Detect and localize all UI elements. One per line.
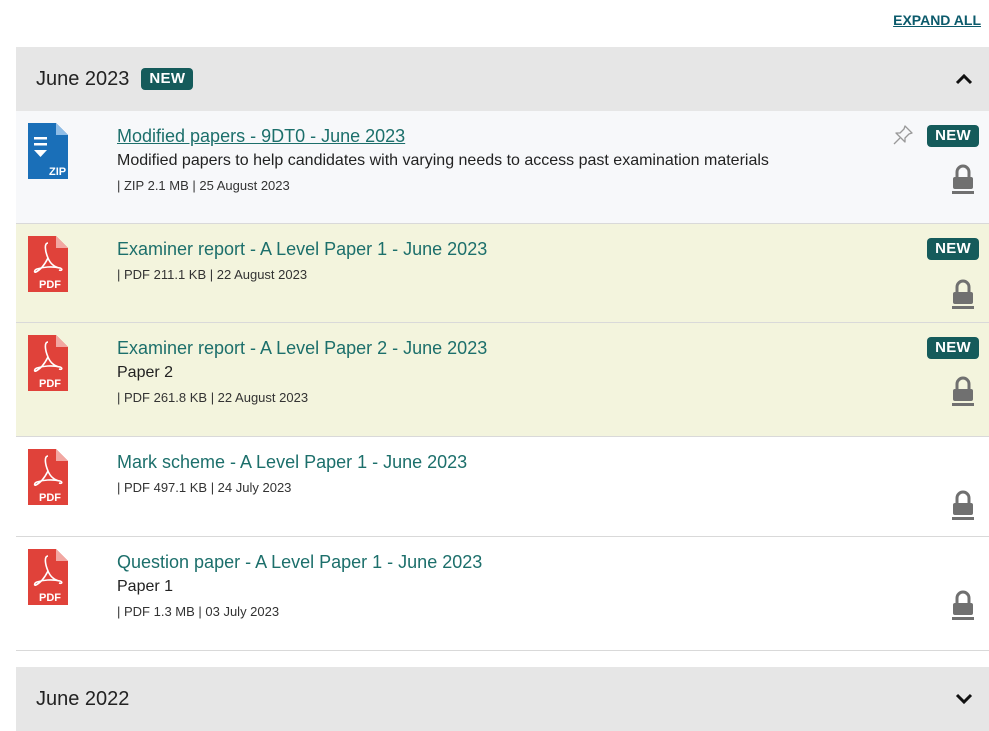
item-meta: | PDF 497.1 KB | 24 July 2023 bbox=[117, 480, 292, 495]
list-item: ZIP Modified papers - 9DT0 - June 2023 M… bbox=[16, 111, 989, 224]
item-meta: | PDF 261.8 KB | 22 August 2023 bbox=[117, 390, 309, 405]
item-title-link[interactable]: Modified papers - 9DT0 - June 2023 bbox=[117, 123, 949, 149]
pin-icon[interactable] bbox=[893, 125, 913, 145]
item-description: Paper 1 bbox=[117, 578, 174, 595]
new-badge: NEW bbox=[927, 125, 979, 147]
svg-text:PDF: PDF bbox=[39, 378, 61, 390]
new-badge: NEW bbox=[927, 337, 979, 359]
list-item: PDF Examiner report - A Level Paper 1 - … bbox=[16, 224, 989, 323]
svg-text:PDF: PDF bbox=[39, 592, 61, 604]
accordion-header-june-2023[interactable]: June 2023 NEW bbox=[16, 47, 989, 111]
svg-text:PDF: PDF bbox=[39, 492, 61, 504]
expand-all-link[interactable]: EXPAND ALL bbox=[893, 12, 981, 28]
pdf-file-icon: PDF bbox=[28, 335, 68, 391]
lock-icon bbox=[952, 590, 974, 620]
item-title-link[interactable]: Question paper - A Level Paper 1 - June … bbox=[117, 549, 949, 575]
svg-text:ZIP: ZIP bbox=[49, 166, 66, 178]
accordion-title: June 2022 bbox=[36, 687, 130, 710]
item-meta: | ZIP 2.1 MB | 25 August 2023 bbox=[117, 178, 290, 193]
list-item: PDF Examiner report - A Level Paper 2 - … bbox=[16, 323, 989, 437]
new-badge: NEW bbox=[141, 68, 194, 90]
lock-icon bbox=[952, 490, 974, 520]
item-description: Modified papers to help candidates with … bbox=[117, 152, 769, 169]
accordion-june-2022: June 2022 bbox=[16, 667, 989, 731]
list-item: PDF Mark scheme - A Level Paper 1 - June… bbox=[16, 437, 989, 537]
chevron-up-icon[interactable] bbox=[955, 73, 973, 85]
new-badge: NEW bbox=[927, 238, 979, 260]
lock-icon bbox=[952, 376, 974, 406]
accordion-june-2023: June 2023 NEW ZIP Modified papers - 9DT0… bbox=[16, 47, 989, 651]
pdf-file-icon: PDF bbox=[28, 449, 68, 505]
lock-icon bbox=[952, 279, 974, 309]
pdf-file-icon: PDF bbox=[28, 549, 68, 605]
zip-file-icon: ZIP bbox=[28, 123, 68, 179]
item-title-link[interactable]: Examiner report - A Level Paper 1 - June… bbox=[117, 236, 949, 262]
chevron-down-icon[interactable] bbox=[955, 693, 973, 705]
accordion-title: June 2023 bbox=[36, 67, 130, 90]
list-item: PDF Question paper - A Level Paper 1 - J… bbox=[16, 537, 989, 651]
item-title-link[interactable]: Examiner report - A Level Paper 2 - June… bbox=[117, 335, 949, 361]
item-title-link[interactable]: Mark scheme - A Level Paper 1 - June 202… bbox=[117, 449, 949, 475]
accordion-header-june-2022[interactable]: June 2022 bbox=[16, 667, 989, 731]
item-meta: | PDF 1.3 MB | 03 July 2023 bbox=[117, 604, 280, 619]
item-description: Paper 2 bbox=[117, 364, 174, 381]
lock-icon bbox=[952, 164, 974, 194]
pdf-file-icon: PDF bbox=[28, 236, 68, 292]
svg-text:PDF: PDF bbox=[39, 279, 61, 291]
item-meta: | PDF 211.1 KB | 22 August 2023 bbox=[117, 267, 308, 282]
